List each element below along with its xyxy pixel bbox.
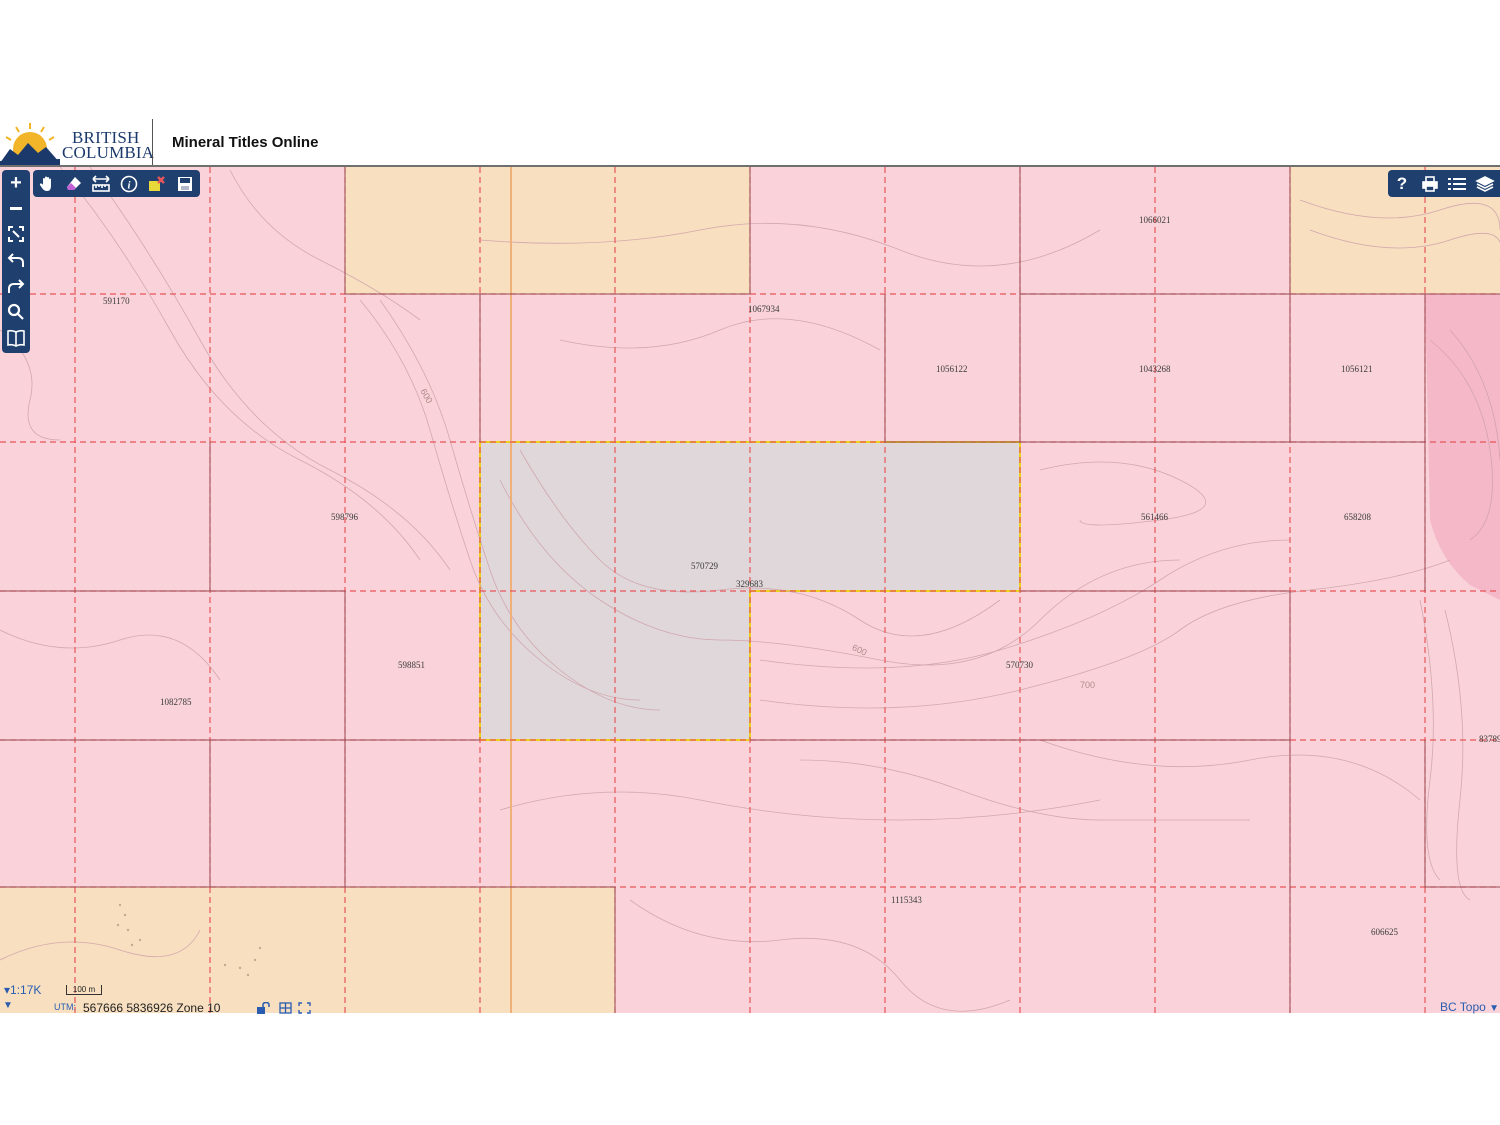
- claim-label[interactable]: 1056122: [936, 364, 968, 374]
- zoom-in-icon[interactable]: +: [4, 171, 28, 195]
- zoom-extent-icon[interactable]: [4, 222, 28, 246]
- coord-system-label: UTM:: [54, 1002, 76, 1012]
- fullscreen-icon[interactable]: [298, 1001, 311, 1019]
- dropdown-triangle-icon: ▼: [1489, 1003, 1500, 1014]
- bookmark-icon[interactable]: [4, 326, 28, 350]
- claim-label[interactable]: 591170: [103, 296, 130, 306]
- zoom-out-icon[interactable]: [4, 196, 28, 220]
- sun-mountain-icon: [0, 123, 60, 165]
- app-title: Mineral Titles Online: [172, 134, 319, 151]
- map-tools-toolbar: i: [33, 170, 200, 197]
- claim-label[interactable]: 1043268: [1139, 364, 1171, 374]
- reserve-area: [1425, 294, 1500, 600]
- clear-selection-icon[interactable]: [145, 172, 169, 195]
- bc-logo[interactable]: BRITISH COLUMBIA: [0, 119, 155, 165]
- basemap-name: BC Topo: [1440, 1000, 1486, 1014]
- scale-value: 1:17K: [10, 983, 42, 997]
- claim-label[interactable]: 598796: [331, 512, 358, 522]
- grid-icon[interactable]: [279, 1001, 292, 1019]
- search-icon[interactable]: [4, 300, 28, 324]
- claim-label[interactable]: 606625: [1371, 927, 1398, 937]
- status-bar: ▼: [0, 1000, 1500, 1013]
- claim-label[interactable]: 570729: [691, 561, 718, 571]
- claim-label[interactable]: 329683: [736, 579, 763, 589]
- eraser-icon[interactable]: [62, 172, 86, 195]
- redo-icon[interactable]: [4, 274, 28, 298]
- layers-icon[interactable]: [1473, 172, 1497, 195]
- claim-label[interactable]: 83789: [1479, 734, 1500, 744]
- print-icon[interactable]: [1418, 172, 1442, 195]
- claim-label[interactable]: 1066021: [1139, 215, 1171, 225]
- claim-label[interactable]: 1056121: [1341, 364, 1373, 374]
- logo-text-line2: COLUMBIA: [62, 143, 155, 162]
- lock-icon[interactable]: [256, 1001, 270, 1019]
- info-icon[interactable]: i: [117, 172, 141, 195]
- info-toolbar: ?: [1388, 170, 1500, 197]
- app-header: BRITISH COLUMBIA Mineral Titles Online: [0, 115, 1500, 166]
- basemap-selector[interactable]: BC Topo ▼: [1440, 1000, 1499, 1014]
- svg-text:i: i: [127, 179, 131, 191]
- claim-label[interactable]: 658208: [1344, 512, 1371, 522]
- save-icon[interactable]: [173, 172, 197, 195]
- cursor-coordinates: 567666 5836926 Zone 10: [83, 1001, 221, 1015]
- claim-label[interactable]: 1082785: [160, 697, 192, 707]
- claim-label[interactable]: 1115343: [891, 895, 922, 905]
- claim-label[interactable]: 561466: [1141, 512, 1168, 522]
- help-icon[interactable]: ?: [1390, 172, 1414, 195]
- claim-label[interactable]: 598851: [398, 660, 425, 670]
- scale-selector[interactable]: ▾1:17K: [4, 983, 41, 997]
- navigation-toolbar: +: [2, 170, 30, 353]
- legend-list-icon[interactable]: [1445, 172, 1469, 195]
- pan-hand-icon[interactable]: [35, 172, 59, 195]
- claim-label[interactable]: 1067934: [748, 304, 780, 314]
- scale-bar: 100 m: [66, 985, 102, 995]
- undo-icon[interactable]: [4, 248, 28, 272]
- logo-divider: [152, 119, 153, 165]
- map-canvas[interactable]: 591170 1067934 1066021 1056122 1043268 1…: [0, 167, 1500, 1013]
- measure-icon[interactable]: [89, 172, 113, 195]
- contour-label: 700: [1080, 680, 1096, 690]
- coord-dropdown-icon[interactable]: ▼: [3, 1000, 13, 1011]
- claim-label[interactable]: 570730: [1006, 660, 1033, 670]
